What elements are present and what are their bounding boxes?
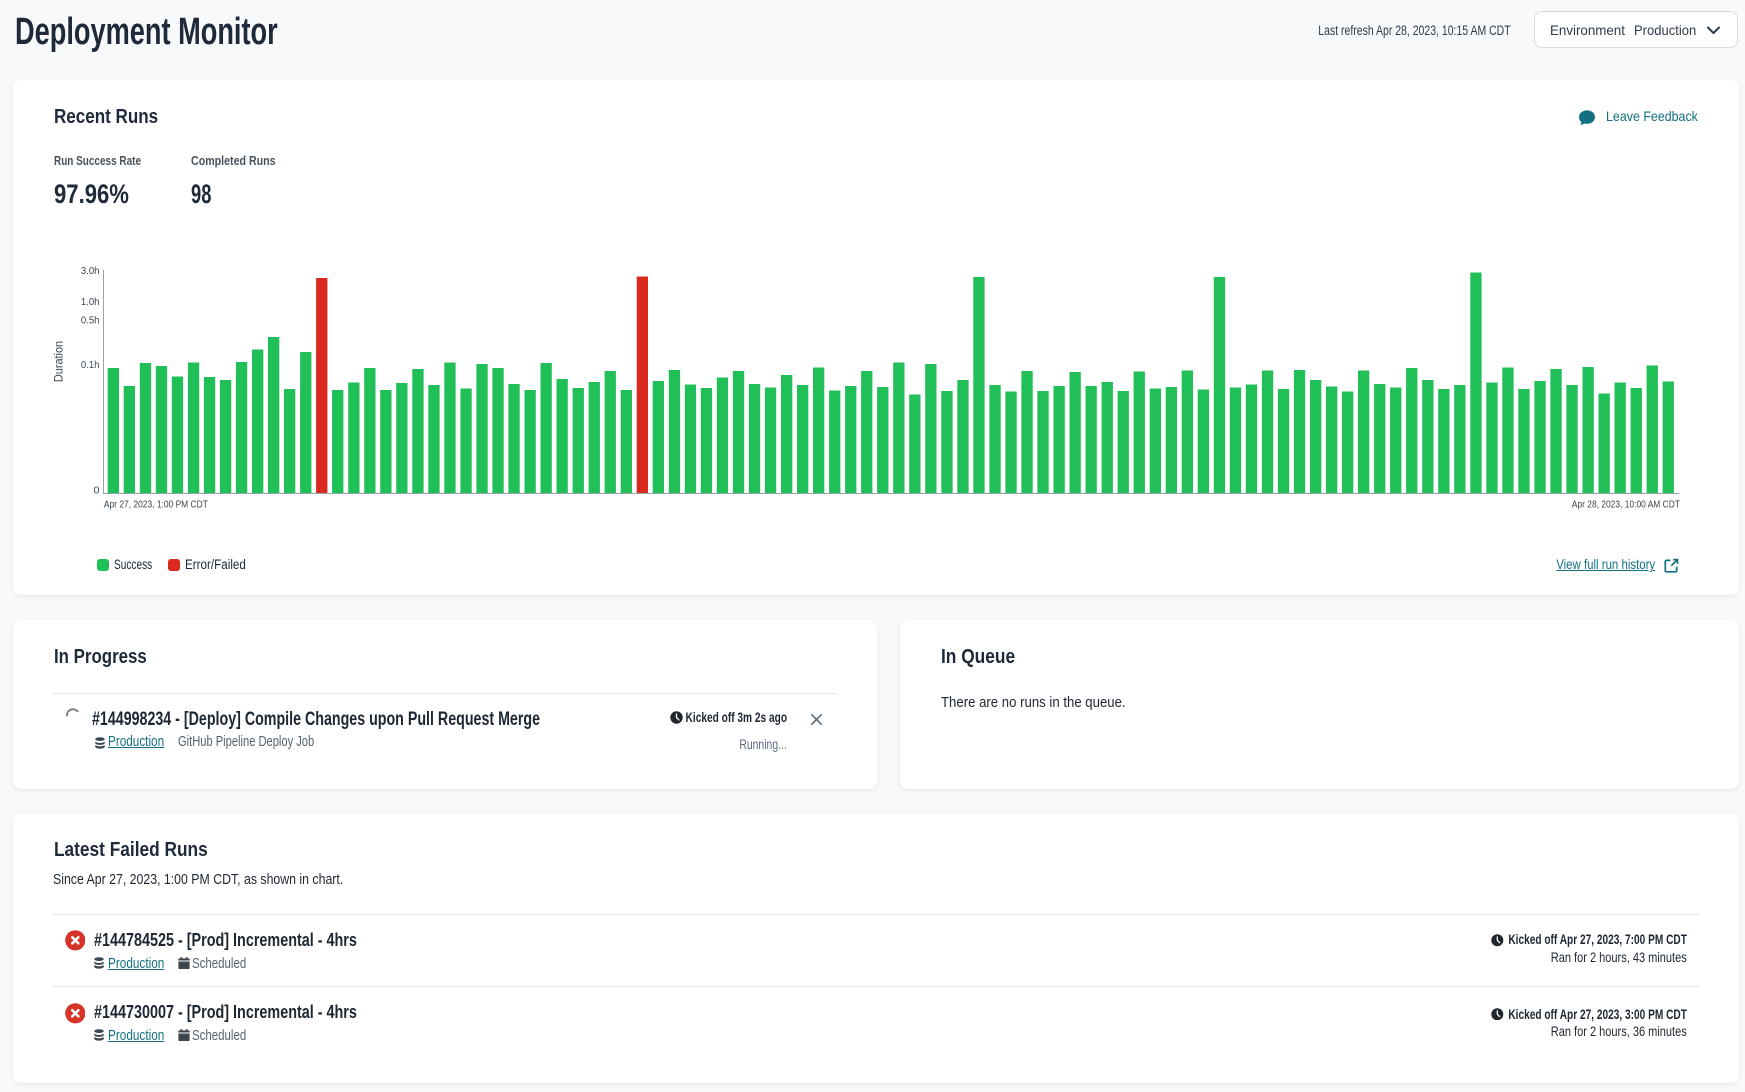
svg-text:0.1h: 0.1h: [81, 360, 100, 372]
svg-text:3.0h: 3.0h: [81, 266, 100, 278]
svg-text:0.5h: 0.5h: [81, 315, 100, 327]
svg-text:1.0h: 1.0h: [81, 297, 100, 309]
svg-text:Duration: Duration: [53, 341, 65, 382]
svg-text:Apr 28, 2023, 10:00 AM CDT: Apr 28, 2023, 10:00 AM CDT: [1572, 499, 1680, 511]
svg-text:0: 0: [94, 485, 100, 497]
svg-text:Apr 27, 2023, 1:00 PM CDT: Apr 27, 2023, 1:00 PM CDT: [104, 499, 208, 511]
